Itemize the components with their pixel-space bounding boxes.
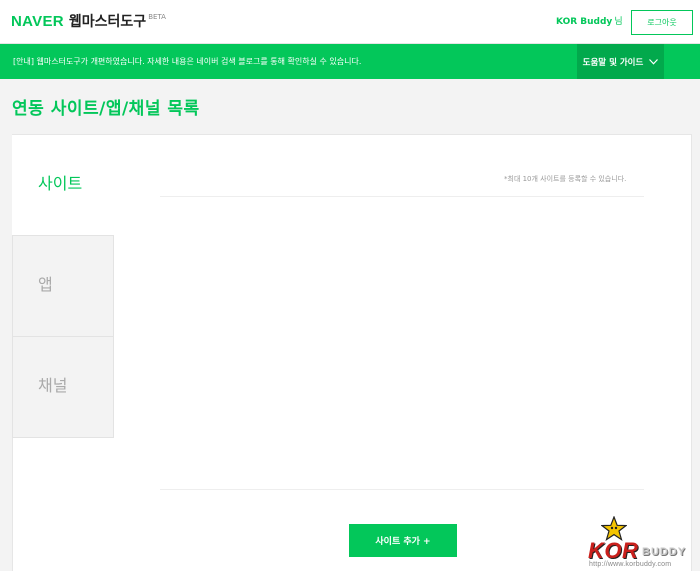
- top-header: NAVER 웹마스터도구 BETA KOR Buddy 님 로그아웃: [0, 0, 700, 44]
- watermark-url: http://www.korbuddy.com: [589, 561, 672, 568]
- page-title: 연동 사이트/앱/채널 목록: [12, 99, 200, 119]
- tab-site[interactable]: 사이트: [12, 135, 114, 237]
- naver-logo-text: NAVER: [11, 13, 64, 30]
- tab-channel-label: 채널: [38, 376, 68, 395]
- user-greeting: KOR Buddy 님: [556, 16, 623, 28]
- tab-channel[interactable]: 채널: [12, 336, 114, 438]
- tab-app[interactable]: 앱: [12, 235, 114, 337]
- add-site-button[interactable]: 사이트 추가 +: [349, 524, 457, 557]
- list-panel: 사이트 앱 채널 *최대 10개 사이트를 등록할 수 있습니다. 사이트 추가…: [12, 134, 692, 571]
- site-limit-note: *최대 10개 사이트를 등록할 수 있습니다.: [504, 175, 627, 183]
- watermark-buddy: BUDDY: [642, 546, 687, 558]
- service-name: 웹마스터도구: [68, 14, 147, 30]
- help-guide-label: 도움말 및 가이드: [582, 57, 644, 68]
- list-divider-bottom: [160, 489, 644, 490]
- user-name: KOR Buddy: [556, 17, 613, 27]
- notice-text: [안내] 웹마스터도구가 개편하였습니다. 자세한 내용은 네이버 검색 블로그…: [13, 57, 362, 66]
- beta-badge: BETA: [148, 13, 166, 21]
- logout-button[interactable]: 로그아웃: [631, 10, 693, 35]
- user-honorific: 님: [614, 17, 623, 27]
- chevron-down-icon: [649, 58, 659, 65]
- tab-app-label: 앱: [38, 275, 53, 294]
- notice-bar: [안내] 웹마스터도구가 개편하였습니다. 자세한 내용은 네이버 검색 블로그…: [0, 44, 700, 79]
- korbuddy-watermark: KOR BUDDY http://www.korbuddy.com: [584, 516, 700, 571]
- logo[interactable]: NAVER 웹마스터도구 BETA: [11, 13, 166, 31]
- tab-site-label: 사이트: [38, 174, 83, 193]
- site-list: [160, 197, 644, 489]
- help-guide-button[interactable]: 도움말 및 가이드: [577, 44, 664, 79]
